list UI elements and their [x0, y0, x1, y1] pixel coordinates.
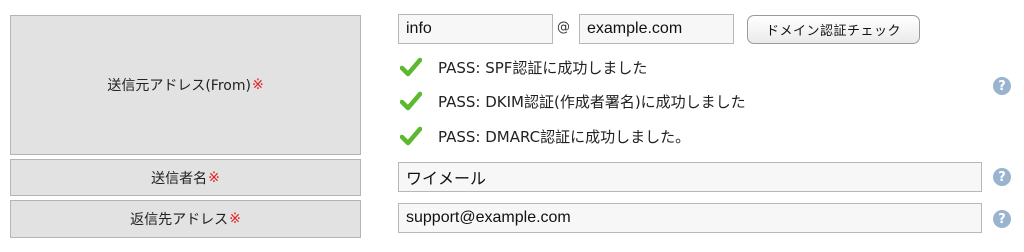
dkim-result-text: PASS: DKIM認証(作成者署名)に成功しました — [438, 92, 746, 111]
check-icon — [400, 57, 422, 77]
check-icon — [400, 91, 422, 111]
from-domain-input[interactable]: example.com — [579, 14, 734, 44]
spf-result-text: PASS: SPF認証に成功しました — [438, 58, 648, 77]
from-local-part-input[interactable]: info — [398, 14, 553, 44]
spf-result: PASS: SPF認証に成功しました — [400, 55, 647, 79]
help-icon[interactable]: ? — [993, 168, 1011, 186]
help-icon[interactable]: ? — [993, 77, 1011, 95]
dmarc-result-text: PASS: DMARC認証に成功しました。 — [438, 127, 691, 146]
sender-name-input[interactable]: ワイメール — [398, 162, 982, 192]
dmarc-result: PASS: DMARC認証に成功しました。 — [400, 124, 690, 148]
domain-auth-check-button[interactable]: ドメイン認証チェック — [747, 15, 920, 44]
required-mark: ※ — [229, 211, 241, 227]
reply-to-label: 返信先アドレス — [130, 212, 229, 228]
from-address-label-cell: 送信元アドレス(From) ※ — [10, 15, 361, 155]
from-address-label: 送信元アドレス(From) — [107, 78, 251, 94]
sender-name-label: 送信者名 — [151, 170, 208, 187]
check-icon — [400, 126, 422, 146]
at-sign: @ — [557, 20, 570, 35]
sender-name-label-cell: 送信者名 ※ — [10, 159, 361, 196]
dkim-result: PASS: DKIM認証(作成者署名)に成功しました — [400, 89, 746, 113]
reply-to-label-cell: 返信先アドレス ※ — [10, 200, 361, 238]
required-mark: ※ — [208, 169, 220, 186]
help-icon[interactable]: ? — [993, 210, 1011, 228]
reply-to-input[interactable]: support@example.com — [398, 203, 982, 233]
required-mark: ※ — [251, 77, 264, 93]
